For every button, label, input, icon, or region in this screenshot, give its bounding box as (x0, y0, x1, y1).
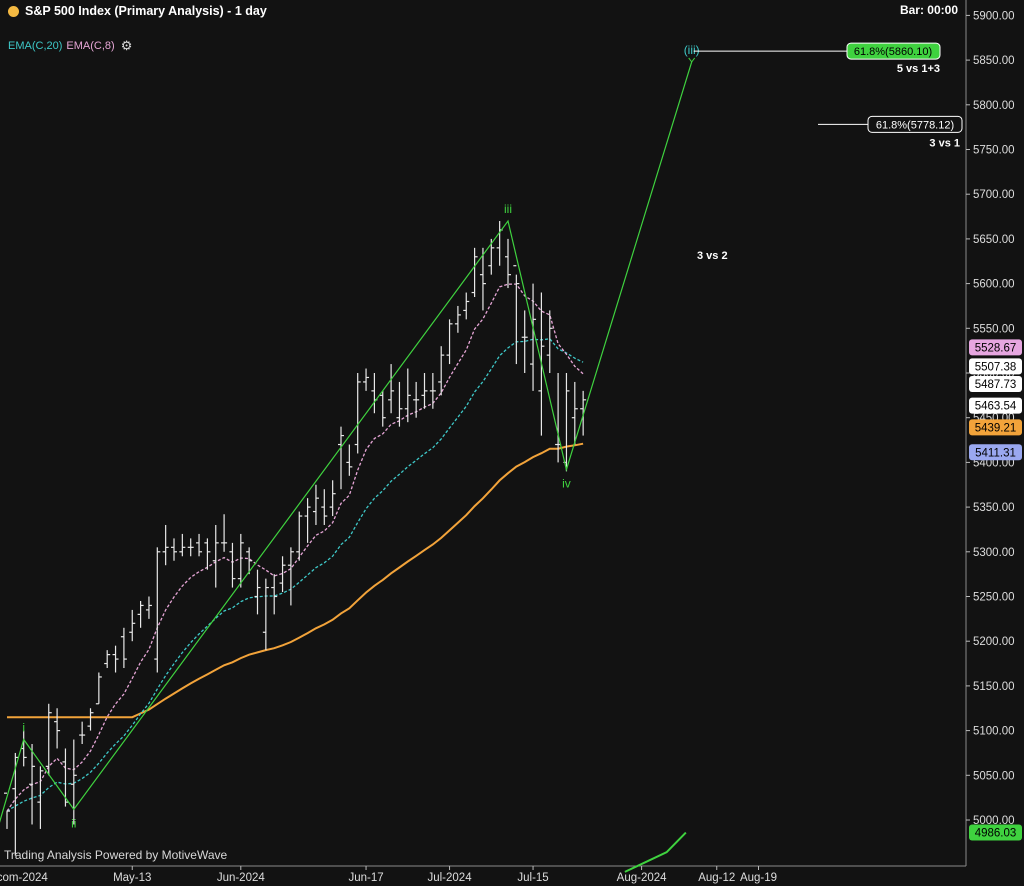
y-tick-label: 5200.00 (973, 636, 1015, 648)
price-label-text: 5439.21 (975, 422, 1017, 434)
ema20-path (6, 338, 584, 812)
time-axis[interactable]: motivewave.com-2024 May-13 Jun-2024 Jun-17 J… (0, 866, 777, 884)
x-tick-label: Aug-19 (740, 872, 777, 884)
y-tick-label: 5650.00 (973, 234, 1015, 246)
y-tick-label: 5800.00 (973, 100, 1015, 112)
wave-label: (iii) (684, 43, 700, 57)
price-label-text: 5528.67 (975, 342, 1017, 354)
y-tick-label: 5250.00 (973, 592, 1015, 604)
y-tick-label: 5300.00 (973, 547, 1015, 559)
y-tick-label: 5050.00 (973, 770, 1015, 782)
wave-tip (688, 57, 696, 63)
x-tick-label: Jul-2024 (427, 872, 472, 884)
y-tick-label: 5700.00 (973, 189, 1015, 201)
wave-label: iii (504, 202, 512, 216)
x-tick-label: Aug-12 (698, 872, 735, 884)
x-tick-label: Jul-15 (517, 872, 548, 884)
wave-label: i (22, 721, 25, 735)
y-tick-label: 5350.00 (973, 502, 1015, 514)
wave-label: iv (562, 477, 571, 491)
ohlc-bars (4, 221, 587, 856)
y-tick-label: 5850.00 (973, 55, 1015, 67)
x-tick-label: Jun-2024 (217, 872, 266, 884)
y-tick-label: 5150.00 (973, 681, 1015, 693)
ema20-line (6, 338, 584, 812)
indicator-ema20[interactable]: EMA(C,20) (8, 40, 62, 52)
x-tick-label: motivewave.com-2024 (0, 872, 48, 884)
y-tick-label: 5100.00 (973, 726, 1015, 738)
status-dot-icon (8, 5, 19, 17)
y-tick-label: 5550.00 (973, 323, 1015, 335)
y-tick-label: 5750.00 (973, 145, 1015, 157)
gear-icon[interactable]: ⚙ (121, 38, 133, 54)
wave-label: ii (71, 816, 76, 830)
wave-path (0, 61, 693, 823)
fib-target-text: 61.8%(5860.10) (854, 46, 932, 58)
annotation-3vs2: 3 vs 2 (697, 250, 728, 262)
watermark: Trading Analysis Powered by MotiveWave (4, 848, 228, 862)
fib-targets: 61.8%(5860.10) 5 vs 1+3 61.8%(5778.12) 3 vs… (693, 42, 963, 149)
chart-grid (0, 0, 967, 867)
ema8-path (6, 283, 584, 812)
x-tick-label: May-13 (113, 872, 151, 884)
title-text: S&P 500 Index (Primary Analysis) - 1 day (25, 4, 267, 18)
chart-title: S&P 500 Index (Primary Analysis) - 1 day (8, 4, 267, 18)
x-tick-label: Jun-17 (348, 872, 383, 884)
price-label-text: 4986.03 (975, 827, 1017, 839)
price-label-text: 5487.73 (975, 379, 1017, 391)
fib-target-text: 61.8%(5778.12) (876, 119, 954, 131)
ema8-line (6, 283, 584, 812)
price-chart[interactable]: iiiiiiiv(iii) 61.8%(5860.10)5 vs 1+361.8… (0, 0, 1024, 886)
indicator-list: EMA(C,20) EMA(C,8) ⚙ (8, 38, 132, 54)
price-label-text: 5411.31 (975, 447, 1016, 459)
fib-caption: 3 vs 1 (929, 137, 960, 149)
y-tick-label: 5900.00 (973, 10, 1015, 22)
long-ma-line (7, 442, 584, 719)
y-tick-label: 5600.00 (973, 279, 1015, 291)
price-label-text: 5507.38 (975, 361, 1017, 373)
fib-caption: 5 vs 1+3 (897, 63, 940, 75)
bar-timer: Bar: 00:00 (899, 3, 958, 17)
x-tick-label: Aug-2024 (617, 872, 667, 884)
indicator-ema8[interactable]: EMA(C,8) (66, 40, 114, 52)
long-ma-path (7, 442, 584, 719)
price-label-text: 5463.54 (975, 401, 1017, 413)
